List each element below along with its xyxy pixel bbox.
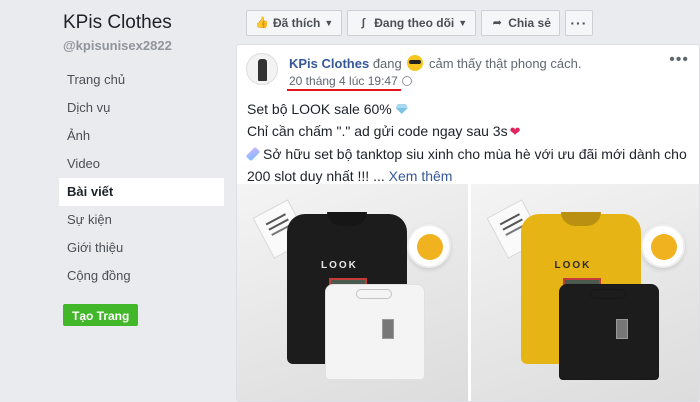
post-line: Chỉ cần chấm "." ad gửi code ngay sau 3s… — [247, 120, 693, 143]
share-button[interactable]: ➦ Chia sẻ — [481, 10, 560, 36]
post-line-text: Chỉ cần chấm "." ad gửi code ngay sau 3s — [247, 123, 508, 139]
sidebar-item-events[interactable]: Sự kiện — [59, 206, 224, 234]
sidebar-item-about[interactable]: Giới thiệu — [59, 234, 224, 262]
rss-icon: ∫ — [361, 17, 365, 29]
following-label: Đang theo dõi — [374, 16, 455, 30]
page-handle[interactable]: @kpisunisex2822 — [63, 38, 172, 53]
tea-cup — [640, 224, 685, 268]
create-page-button[interactable]: Tạo Trang — [63, 304, 139, 326]
avatar[interactable] — [246, 53, 278, 85]
globe-icon[interactable] — [401, 76, 412, 86]
post-more-options-icon[interactable]: ••• — [669, 51, 689, 69]
post-header: KPis Clothes đang cảm thấy thật phong cá… — [289, 55, 581, 71]
sidebar-item-videos[interactable]: Video — [59, 150, 224, 178]
page-action-bar: 👍 Đã thích ▼ ∫ Đang theo dõi ▼ ➦ Chia sẻ… — [246, 10, 593, 36]
liked-label: Đã thích — [273, 16, 321, 30]
liked-button[interactable]: 👍 Đã thích ▼ — [246, 10, 343, 36]
timestamp-highlight-underline — [287, 89, 401, 91]
post-line-text: Set bộ LOOK sale 60% — [247, 101, 392, 117]
post-line-text: Sở hữu set bộ tanktop siu xinh cho mùa h… — [247, 146, 687, 184]
shirt-print-text: LOOK — [554, 260, 592, 271]
chevron-down-icon: ▼ — [324, 18, 334, 28]
shirt-print-text: LOOK — [321, 260, 358, 271]
share-label: Chia sẻ — [508, 16, 551, 30]
sidebar-item-posts[interactable]: Bài viết — [59, 178, 224, 206]
post-body: Set bộ LOOK sale 60% Chỉ cần chấm "." ad… — [245, 98, 693, 187]
feeling-text: cảm thấy thật phong cách. — [428, 56, 582, 71]
post-line: Sở hữu set bộ tanktop siu xinh cho mùa h… — [245, 143, 693, 187]
tea-cup — [407, 224, 451, 268]
sidebar-item-services[interactable]: Dịch vụ — [59, 94, 224, 122]
wand-icon — [245, 146, 261, 162]
chevron-down-icon: ▼ — [458, 18, 468, 28]
diamond-icon — [396, 104, 408, 114]
sidebar-item-community[interactable]: Cộng đồng — [59, 262, 224, 290]
timestamp-text[interactable]: 20 tháng 4 lúc 19:47 — [289, 74, 398, 88]
sidebar-item-home[interactable]: Trang chủ — [59, 66, 224, 94]
post-author[interactable]: KPis Clothes — [289, 56, 369, 71]
share-arrow-icon: ➦ — [492, 17, 502, 29]
post-timestamp[interactable]: 20 tháng 4 lúc 19:47 — [289, 74, 412, 88]
sunglasses-emoji-icon — [407, 55, 424, 71]
more-options-button[interactable]: ··· — [564, 10, 593, 36]
sidebar-nav: Trang chủ Dịch vụ Ảnh Video Bài viết Sự … — [59, 66, 224, 290]
post-photos: LOOK LOOK — [237, 184, 699, 401]
post-line: Set bộ LOOK sale 60% — [247, 98, 693, 120]
following-button[interactable]: ∫ Đang theo dõi ▼ — [347, 10, 477, 36]
feeling-prefix: đang — [372, 56, 402, 71]
shorts — [558, 284, 659, 380]
post-photo[interactable]: LOOK — [470, 184, 699, 401]
thumbs-up-icon: 👍 — [255, 17, 269, 29]
post-photo[interactable]: LOOK — [237, 184, 468, 401]
see-more-link[interactable]: Xem thêm — [389, 168, 453, 184]
post-card: KPis Clothes đang cảm thấy thật phong cá… — [236, 44, 700, 402]
sidebar-item-photos[interactable]: Ảnh — [59, 122, 224, 150]
shorts — [325, 284, 425, 380]
page-title[interactable]: KPis Clothes — [63, 12, 172, 34]
heart-icon: ❤ — [509, 124, 521, 139]
page-sidebar: KPis Clothes @kpisunisex2822 Trang chủ D… — [0, 0, 232, 402]
